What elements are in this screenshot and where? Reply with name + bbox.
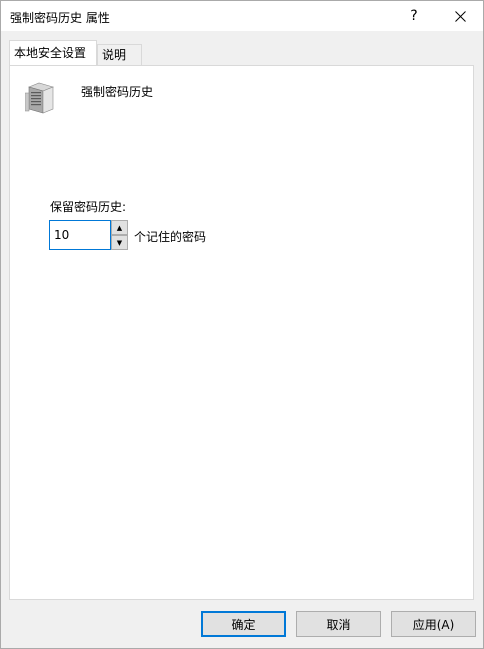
password-history-unit: 个记住的密码 — [134, 230, 207, 244]
window-title: 强制密码历史 属性 — [10, 11, 110, 25]
help-icon: ? — [410, 8, 418, 24]
close-icon — [454, 10, 466, 22]
tab-panel: 强制密码历史 保留密码历史: ▲ ▼ 个记住的密码 — [9, 65, 474, 600]
properties-dialog: 强制密码历史 属性 ? 本地安全设置 说明 强制密码历史 保留密码历史: 10 … — [0, 0, 484, 649]
caret-up-icon: ▲ — [116, 223, 123, 232]
help-button[interactable]: ? — [391, 1, 437, 31]
ok-button[interactable]: 确定 — [201, 611, 286, 637]
spin-up-button[interactable]: ▲ — [111, 220, 128, 235]
tab-local-security-setting[interactable]: 本地安全设置 — [9, 40, 97, 65]
close-button[interactable] — [437, 1, 483, 31]
password-history-spinner: ▲ ▼ — [111, 220, 128, 250]
cancel-button[interactable]: 取消 — [296, 611, 381, 637]
title-bar: 强制密码历史 属性 ? — [1, 1, 483, 31]
policy-name: 强制密码历史 — [81, 85, 154, 99]
server-icon — [25, 82, 54, 114]
password-history-label: 保留密码历史: — [50, 200, 127, 214]
tab-explain[interactable]: 说明 — [97, 44, 142, 65]
caret-down-icon: ▼ — [116, 238, 123, 247]
password-history-input[interactable] — [49, 220, 111, 250]
spin-down-button[interactable]: ▼ — [111, 235, 128, 250]
apply-button[interactable]: 应用(A) — [391, 611, 476, 637]
